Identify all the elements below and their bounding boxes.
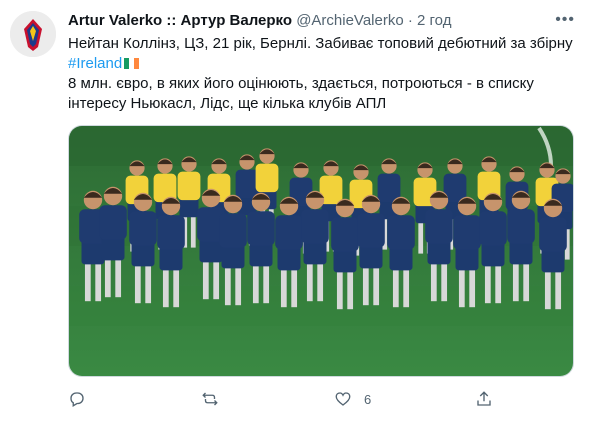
tweet-text-line1: Нейтан Коллінз, ЦЗ, 21 рік, Бернлі. Заби…: [68, 35, 573, 52]
photo-team-huddle: [69, 126, 573, 376]
avatar-logo-icon: [10, 11, 56, 57]
heart-icon: [335, 392, 351, 406]
avatar[interactable]: [10, 11, 56, 57]
more-dots-icon[interactable]: •••: [555, 12, 575, 28]
tweet-text-paragraph2: 8 млн. євро, в яких його оцінюють, здаєт…: [68, 75, 534, 112]
share-button[interactable]: [475, 390, 493, 408]
timestamp[interactable]: 2 год: [417, 12, 451, 29]
ireland-flag-icon: [124, 55, 140, 69]
retweet-button[interactable]: [201, 390, 219, 408]
share-icon: [477, 391, 491, 406]
retweet-icon: [202, 392, 218, 406]
reply-button[interactable]: [68, 390, 86, 408]
action-bar: 6: [68, 390, 508, 412]
like-button[interactable]: 6: [334, 390, 371, 408]
tweet-photo[interactable]: [68, 125, 574, 377]
display-name[interactable]: Artur Valerko :: Артур Валерко: [68, 12, 292, 29]
separator-dot: ·: [407, 12, 413, 29]
tweet-text: Нейтан Коллінз, ЦЗ, 21 рік, Бернлі. Заби…: [68, 34, 578, 114]
reply-icon: [70, 392, 84, 407]
tweet-header: Artur Valerko :: Артур Валерко @ArchieVa…: [68, 11, 571, 31]
user-handle[interactable]: @ArchieValerko: [296, 12, 404, 29]
like-count: 6: [364, 391, 372, 407]
hashtag-link[interactable]: #Ireland: [68, 55, 122, 72]
